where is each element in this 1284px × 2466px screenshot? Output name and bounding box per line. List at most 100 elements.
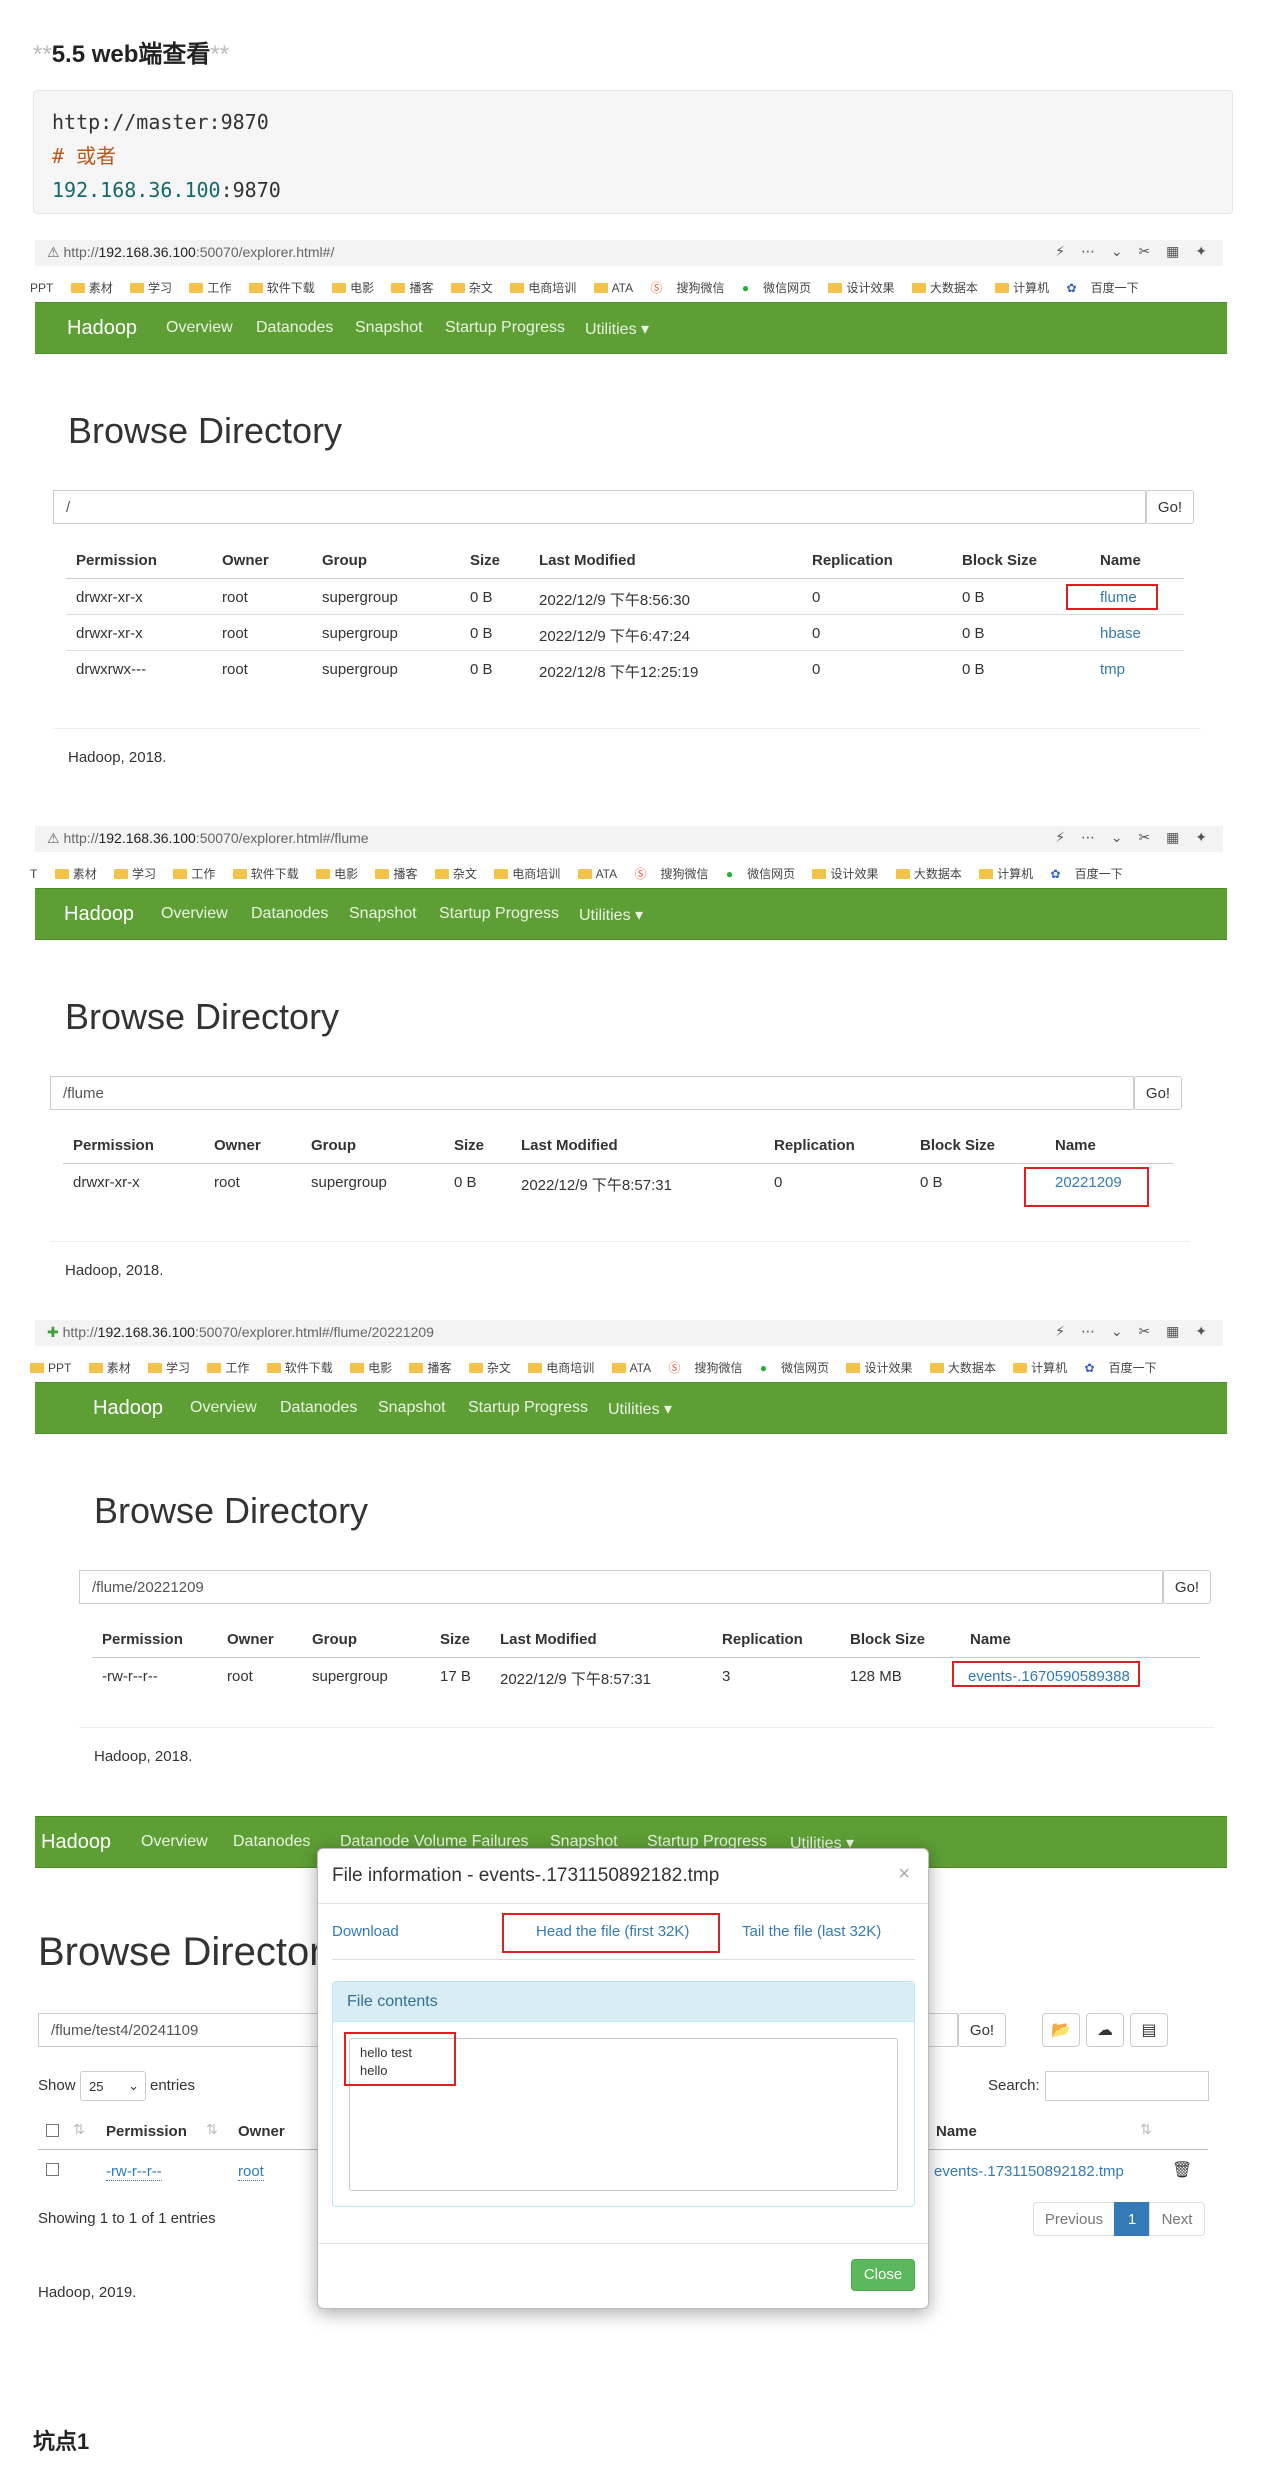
col-block-size[interactable]: Block Size bbox=[920, 1137, 995, 1154]
bookmark[interactable]: 学习 bbox=[148, 1361, 190, 1375]
dir-link-tmp[interactable]: tmp bbox=[1100, 661, 1125, 678]
col-group[interactable]: Group bbox=[311, 1137, 356, 1154]
nav-snapshot[interactable]: Snapshot bbox=[355, 319, 423, 337]
col-owner[interactable]: Owner bbox=[222, 552, 269, 569]
bookmark[interactable]: 杂文 bbox=[434, 867, 477, 881]
col-block-size[interactable]: Block Size bbox=[850, 1631, 925, 1648]
bookmark[interactable]: 电影 bbox=[316, 867, 358, 881]
bookmark[interactable]: 软件下载 bbox=[266, 1361, 333, 1375]
pager-page-1[interactable]: 1 bbox=[1114, 2202, 1150, 2236]
download-link[interactable]: Download bbox=[332, 1923, 399, 1940]
head-file-link[interactable]: Head the file (first 32K) bbox=[536, 1923, 689, 1940]
bookmark[interactable]: 杂文 bbox=[468, 1361, 511, 1375]
col-group[interactable]: Group bbox=[322, 552, 367, 569]
nav-utilities[interactable]: Utilities ▾ bbox=[608, 1399, 672, 1419]
dir-link-flume[interactable]: flume bbox=[1100, 589, 1137, 606]
folder-open-icon[interactable]: 📂 bbox=[1042, 2013, 1080, 2047]
bookmark[interactable]: 电商培训 bbox=[510, 281, 576, 295]
bookmark[interactable]: ✿ 百度一下 bbox=[1085, 1361, 1157, 1375]
browser-tools-icon[interactable]: ⚡ ⋯ ⌄ ✂ ▦ ✦ bbox=[1055, 1323, 1213, 1340]
path-input[interactable]: /flume bbox=[50, 1076, 1134, 1110]
nav-overview[interactable]: Overview bbox=[166, 319, 233, 337]
address-bar[interactable]: ⚠ http://192.168.36.100:50070/explorer.h… bbox=[35, 826, 1223, 852]
browser-tools-icon[interactable]: ⚡ ⋯ ⌄ ✂ ▦ ✦ bbox=[1055, 829, 1213, 846]
bookmark[interactable]: T bbox=[30, 867, 37, 881]
bookmark[interactable]: ✿ 百度一下 bbox=[1051, 867, 1123, 881]
pager-next[interactable]: Next bbox=[1149, 2202, 1205, 2236]
col-size[interactable]: Size bbox=[440, 1631, 470, 1648]
bookmark[interactable]: Ⓢ 搜狗微信 bbox=[668, 1361, 742, 1375]
bookmark[interactable]: 播客 bbox=[409, 1361, 452, 1375]
hadoop-brand[interactable]: Hadoop bbox=[93, 1397, 163, 1420]
go-button[interactable]: Go! bbox=[1134, 1076, 1182, 1110]
nav-startup-progress[interactable]: Startup Progress bbox=[439, 905, 559, 923]
bookmark[interactable]: ATA bbox=[577, 867, 617, 881]
hadoop-brand[interactable]: Hadoop bbox=[41, 1831, 111, 1854]
bookmark[interactable]: 工作 bbox=[173, 867, 215, 881]
nav-utilities[interactable]: Utilities ▾ bbox=[579, 905, 643, 925]
bookmark[interactable]: 素材 bbox=[88, 1361, 131, 1375]
nav-datanodes[interactable]: Datanodes bbox=[251, 905, 328, 923]
entries-select[interactable]: 25 ⌄ bbox=[80, 2071, 146, 2101]
bookmark[interactable]: 大数据本 bbox=[929, 1361, 996, 1375]
col-last-modified[interactable]: Last Modified bbox=[521, 1137, 618, 1154]
close-button[interactable]: Close bbox=[851, 2259, 915, 2291]
go-button[interactable]: Go! bbox=[958, 2013, 1006, 2047]
col-permission[interactable]: Permission bbox=[76, 552, 157, 569]
path-input[interactable]: / bbox=[53, 490, 1146, 524]
col-size[interactable]: Size bbox=[470, 552, 500, 569]
nav-datanodes[interactable]: Datanodes bbox=[233, 1833, 310, 1851]
bookmark[interactable]: ATA bbox=[611, 1361, 651, 1375]
bookmark[interactable]: 设计效果 bbox=[828, 281, 894, 295]
cell-owner[interactable]: root bbox=[238, 2163, 264, 2181]
path-input[interactable]: /flume/20221209 bbox=[79, 1570, 1163, 1604]
col-owner[interactable]: Owner bbox=[214, 1137, 261, 1154]
bookmark[interactable]: 软件下载 bbox=[232, 867, 299, 881]
bookmark[interactable]: 大数据本 bbox=[895, 867, 962, 881]
nav-startup-progress[interactable]: Startup Progress bbox=[468, 1399, 588, 1417]
cut-paste-icon[interactable]: ▤ bbox=[1130, 2013, 1168, 2047]
bookmark[interactable]: 软件下载 bbox=[248, 281, 315, 295]
col-replication[interactable]: Replication bbox=[774, 1137, 855, 1154]
col-permission[interactable]: Permission bbox=[106, 2123, 187, 2140]
trash-icon[interactable]: 🗑 bbox=[1172, 2160, 1192, 2180]
bookmark[interactable]: 播客 bbox=[375, 867, 418, 881]
sort-icon[interactable]: ⇅ bbox=[73, 2121, 85, 2138]
col-last-modified[interactable]: Last Modified bbox=[539, 552, 636, 569]
search-input[interactable] bbox=[1045, 2071, 1209, 2101]
bookmark[interactable]: 杂文 bbox=[450, 281, 493, 295]
col-size[interactable]: Size bbox=[454, 1137, 484, 1154]
nav-utilities[interactable]: Utilities ▾ bbox=[585, 319, 649, 339]
col-permission[interactable]: Permission bbox=[102, 1631, 183, 1648]
nav-snapshot[interactable]: Snapshot bbox=[349, 905, 417, 923]
bookmark[interactable]: ● 微信网页 bbox=[760, 1361, 829, 1375]
bookmark[interactable]: 电商培训 bbox=[528, 1361, 594, 1375]
pager-previous[interactable]: Previous bbox=[1033, 2202, 1115, 2236]
bookmark[interactable]: 计算机 bbox=[995, 281, 1049, 295]
col-name[interactable]: Name bbox=[936, 2123, 977, 2140]
bookmark[interactable]: 大数据本 bbox=[911, 281, 978, 295]
bookmark[interactable]: 播客 bbox=[391, 281, 434, 295]
bookmark[interactable]: 设计效果 bbox=[846, 1361, 912, 1375]
go-button[interactable]: Go! bbox=[1163, 1570, 1211, 1604]
col-group[interactable]: Group bbox=[312, 1631, 357, 1648]
nav-snapshot[interactable]: Snapshot bbox=[378, 1399, 446, 1417]
select-all-checkbox[interactable] bbox=[46, 2124, 59, 2137]
tail-file-link[interactable]: Tail the file (last 32K) bbox=[742, 1923, 881, 1940]
hadoop-brand[interactable]: Hadoop bbox=[64, 903, 134, 926]
bookmark[interactable]: PPT bbox=[30, 1361, 71, 1375]
col-name[interactable]: Name bbox=[1100, 552, 1141, 569]
col-replication[interactable]: Replication bbox=[812, 552, 893, 569]
hadoop-brand[interactable]: Hadoop bbox=[67, 317, 137, 340]
bookmark[interactable]: 工作 bbox=[189, 281, 231, 295]
col-last-modified[interactable]: Last Modified bbox=[500, 1631, 597, 1648]
nav-overview[interactable]: Overview bbox=[161, 905, 228, 923]
bookmark[interactable]: Ⓢ 搜狗微信 bbox=[634, 867, 708, 881]
bookmark[interactable]: 电影 bbox=[332, 281, 374, 295]
nav-datanodes[interactable]: Datanodes bbox=[280, 1399, 357, 1417]
col-name[interactable]: Name bbox=[970, 1631, 1011, 1648]
bookmark[interactable]: PPT bbox=[30, 281, 53, 295]
col-owner[interactable]: Owner bbox=[238, 2123, 285, 2140]
bookmark[interactable]: 工作 bbox=[207, 1361, 249, 1375]
bookmark[interactable]: ● 微信网页 bbox=[742, 281, 811, 295]
